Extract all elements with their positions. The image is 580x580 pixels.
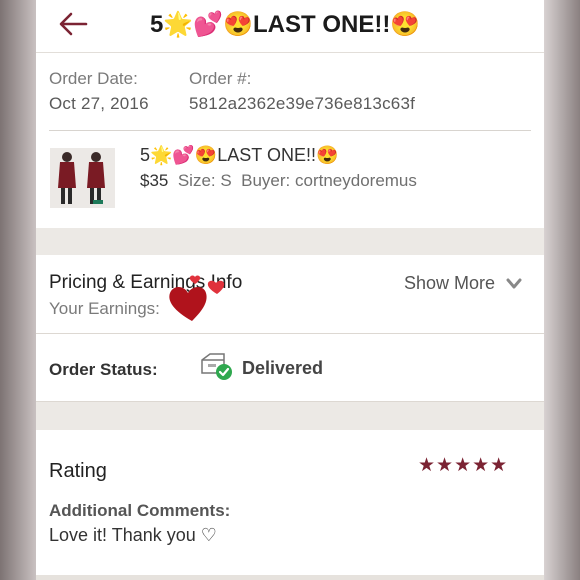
show-more-label: Show More [404,273,496,293]
item-title[interactable]: 5🌟💕😍LAST ONE!!😍 [140,145,338,166]
background-right [544,0,580,580]
item-thumbnail[interactable] [50,148,115,208]
chevron-down-icon [506,278,522,289]
order-summary-card: Order Date: Oct 27, 2016 Order #: 5812a2… [36,53,544,228]
bottom-divider [36,575,544,580]
item-size: Size: S [177,171,232,190]
order-number-value: 5812a2362e39e736e813c63f [189,94,416,113]
page-title: 5🌟💕😍LAST ONE!!😍 [150,11,421,38]
show-more-button[interactable]: Show More [404,273,522,294]
order-detail-screen: 5🌟💕😍LAST ONE!!😍 Order Date: Oct 27, 2016… [36,0,544,580]
item-meta: $35 Size: S Buyer: cortneydoremus [140,171,417,191]
pricing-earnings-card: Pricing & Earnings Info Your Earnings: S… [36,255,544,334]
order-status-label: Order Status: [49,360,158,379]
rating-title: Rating [49,460,107,482]
hearts-sticker-icon [169,275,225,321]
order-status-card: Order Status: Delivered [36,334,544,402]
order-number-label: Order #: [189,69,252,88]
order-status-value: Delivered [242,358,324,378]
star-rating: ★★★★★ [418,455,509,476]
section-gap [36,402,544,430]
additional-comments-label: Additional Comments: [49,501,231,520]
item-buyer: Buyer: cortneydoremus [241,171,417,190]
order-date-label: Order Date: [49,69,138,88]
rating-card: Rating ★★★★★ Additional Comments: Love i… [36,430,544,575]
order-date-value: Oct 27, 2016 [49,94,149,113]
section-gap [36,228,544,255]
delivered-package-icon [201,353,232,380]
additional-comments-value: Love it! Thank you ♡ [49,525,217,545]
background-left [0,0,36,580]
divider [49,130,531,131]
back-arrow-icon[interactable] [56,9,90,39]
earnings-label: Your Earnings: [49,299,160,318]
item-price: $35 [140,171,169,190]
app-header: 5🌟💕😍LAST ONE!!😍 [36,0,544,53]
